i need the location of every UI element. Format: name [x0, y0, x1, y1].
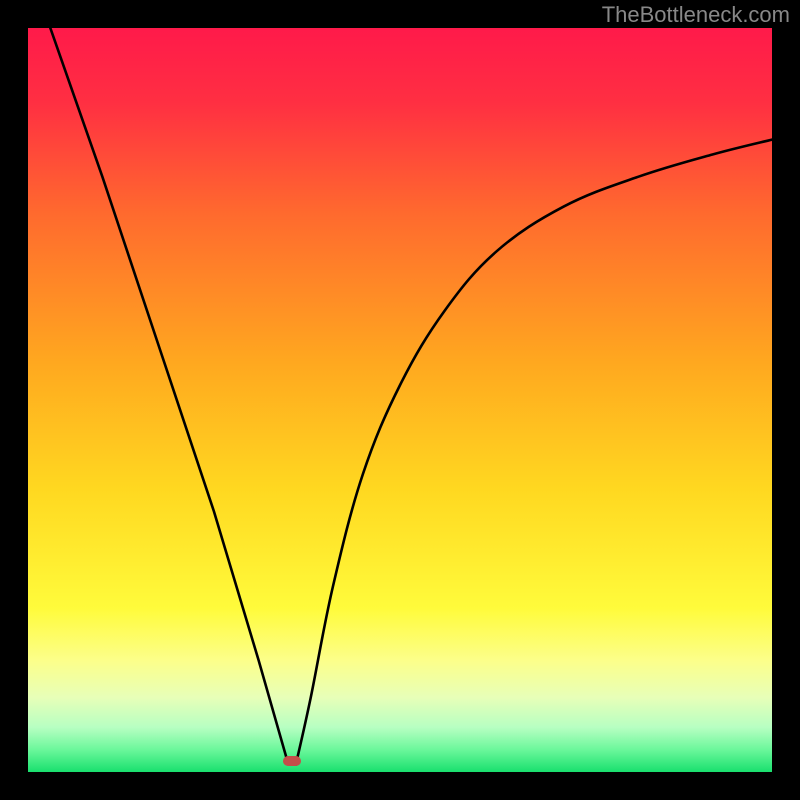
- bottleneck-curve: [28, 28, 772, 772]
- plot-area: [28, 28, 772, 772]
- chart-container: TheBottleneck.com: [0, 0, 800, 800]
- minimum-marker: [283, 756, 301, 766]
- watermark-text: TheBottleneck.com: [602, 2, 790, 28]
